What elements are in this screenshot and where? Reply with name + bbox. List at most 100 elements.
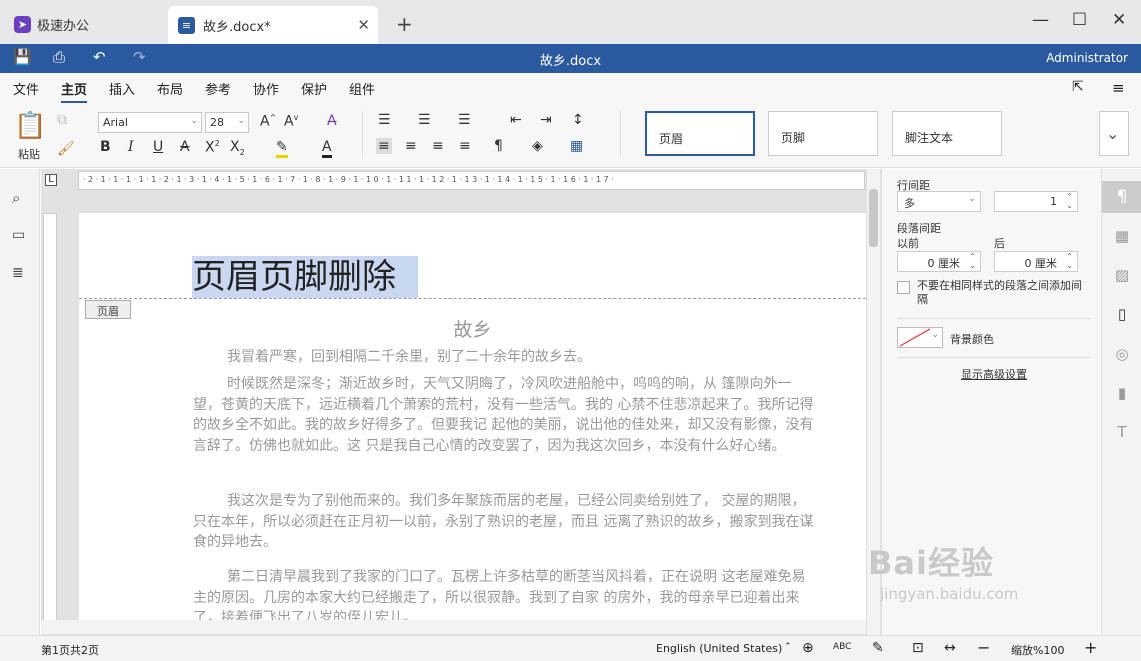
- spellcheck-icon[interactable]: ABC: [833, 642, 851, 652]
- fit-width-icon[interactable]: ↔: [944, 640, 956, 656]
- image-settings-icon[interactable]: ▨: [1102, 266, 1141, 284]
- no-color-icon: [899, 328, 931, 347]
- style-header[interactable]: 页眉: [645, 111, 755, 156]
- menu-components[interactable]: 组件: [349, 79, 375, 98]
- zoom-in-icon[interactable]: +: [1084, 638, 1097, 657]
- scroll-thumb[interactable]: [869, 189, 878, 247]
- line-spacing-input[interactable]: 1 ⌃ ⌄: [994, 191, 1078, 212]
- rocket-icon: ➤: [14, 16, 31, 33]
- decrease-font-icon[interactable]: Av: [284, 113, 298, 130]
- tab-stop-icon[interactable]: L: [45, 174, 57, 186]
- paste-label: 粘贴: [18, 148, 40, 161]
- align-left-icon[interactable]: ≡: [376, 138, 392, 154]
- stepper-icon[interactable]: ⌃ ⌄: [969, 252, 976, 270]
- menu-home[interactable]: 主页: [61, 79, 88, 103]
- header-divider: [79, 298, 866, 299]
- navigation-icon[interactable]: ≣: [12, 265, 24, 281]
- strikethrough-icon[interactable]: A: [180, 139, 190, 155]
- stepper-icon[interactable]: ⌃ ⌄: [1066, 252, 1073, 270]
- text-art-settings-icon[interactable]: T: [1102, 423, 1141, 441]
- track-changes-icon[interactable]: ✎: [872, 640, 884, 656]
- tab-document[interactable]: ≡ 故乡.docx* ✕: [168, 6, 378, 44]
- line-spacing-icon[interactable]: ↕: [572, 112, 584, 128]
- menu-insert[interactable]: 插入: [109, 79, 135, 98]
- menu-collaborate[interactable]: 协作: [253, 79, 279, 98]
- paragraph-mark-icon[interactable]: ¶: [494, 138, 503, 154]
- underline-icon[interactable]: U: [153, 139, 163, 155]
- format-painter-icon[interactable]: 🖌: [57, 141, 75, 157]
- bullet-list-icon[interactable]: ☰: [378, 112, 391, 128]
- maximize-icon[interactable]: ☐: [1072, 10, 1087, 30]
- multilevel-list-icon[interactable]: ☰: [458, 112, 471, 128]
- document-page[interactable]: 页眉页脚删除 页眉 故乡 我冒着严寒，回到相隔二千余里，别了二十余年的故乡去。 …: [79, 213, 866, 623]
- divider: [362, 111, 363, 157]
- close-tab-icon[interactable]: ✕: [357, 16, 370, 34]
- horizontal-scrollbar[interactable]: [41, 620, 866, 634]
- spacing-before-input[interactable]: 0 厘米 ⌃ ⌄: [897, 251, 981, 272]
- minimize-icon[interactable]: —: [1032, 10, 1049, 30]
- chevron-up-icon[interactable]: ⌃: [784, 642, 792, 652]
- document-icon: ≡: [178, 16, 195, 34]
- tab-home[interactable]: ➤ 极速办公: [0, 5, 162, 44]
- superscript-icon[interactable]: X2: [205, 139, 220, 156]
- divider: [897, 318, 1091, 319]
- horizontal-ruler[interactable]: ·2·1·1·1·1·1·2·1·3·1·4·1·5·1·6·1·7·1·8·1…: [78, 171, 865, 190]
- paragraph-spacing-label: 段落间距: [897, 222, 941, 235]
- chevron-down-icon: ⌄: [237, 116, 245, 126]
- menu-references[interactable]: 参考: [205, 79, 231, 98]
- header-footer-settings-icon[interactable]: ▯: [1102, 305, 1141, 323]
- menu-protect[interactable]: 保护: [301, 79, 327, 98]
- style-footnote[interactable]: 脚注文本: [892, 111, 1002, 156]
- close-window-icon[interactable]: ✕: [1112, 10, 1126, 30]
- spacing-after-input[interactable]: 0 厘米 ⌃ ⌄: [994, 251, 1078, 272]
- fit-page-icon[interactable]: ⊡: [912, 640, 924, 656]
- paragraph: 时候既然是深冬；渐近故乡时，天气又阴晦了，冷风吹进船舱中，呜呜的响，从 篷隙向外…: [193, 376, 814, 454]
- subscript-icon[interactable]: X2: [230, 139, 245, 157]
- justify-icon[interactable]: ≡: [459, 138, 471, 154]
- open-location-icon[interactable]: ⇱: [1072, 79, 1084, 95]
- header-text[interactable]: 页眉页脚删除: [192, 256, 418, 298]
- copy-icon[interactable]: ⧉: [57, 112, 67, 128]
- vertical-ruler[interactable]: [43, 213, 57, 626]
- chart-settings-icon[interactable]: ▮: [1102, 384, 1141, 402]
- watermark-url: jingyan.baidu.com: [880, 585, 1019, 603]
- font-size-select[interactable]: 28 ⌄: [205, 112, 249, 133]
- increase-font-icon[interactable]: A^: [260, 113, 276, 130]
- status-bar: 第1页共2页 English (United States) ⌃ ⊕ ABC ✎…: [0, 635, 1141, 661]
- style-footer[interactable]: 页脚: [768, 111, 878, 156]
- numbered-list-icon[interactable]: ☰: [418, 112, 431, 128]
- zoom-out-icon[interactable]: −: [977, 638, 990, 657]
- italic-icon[interactable]: I: [128, 139, 134, 155]
- ribbon-toolbar: 📋 粘贴 ⧉ 🖌 Arial ⌄ 28 ⌄ A^ Av A̶ B I U A X…: [0, 103, 1141, 168]
- globe-icon[interactable]: ⊕: [802, 640, 814, 656]
- paste-icon[interactable]: 📋: [14, 111, 46, 141]
- align-right-icon[interactable]: ≡: [432, 138, 444, 154]
- font-color-icon[interactable]: A: [322, 139, 332, 158]
- increase-indent-icon[interactable]: ⇥: [540, 112, 552, 128]
- menu-layout[interactable]: 布局: [157, 79, 183, 98]
- table-settings-icon[interactable]: ▦: [1102, 227, 1141, 245]
- title-bar: 💾 ⎙ ↶ ↷ 故乡.docx Administrator: [0, 44, 1141, 73]
- font-name-select[interactable]: Arial ⌄: [98, 112, 202, 133]
- clear-format-icon[interactable]: A̶: [327, 113, 337, 129]
- decrease-indent-icon[interactable]: ⇤: [510, 112, 522, 128]
- stepper-icon[interactable]: ⌃ ⌄: [1066, 192, 1073, 210]
- highlight-icon[interactable]: ✎: [276, 139, 288, 158]
- shape-settings-icon[interactable]: ◎: [1102, 345, 1141, 363]
- spacing-after-value: 0 厘米: [1024, 257, 1058, 270]
- language-selector[interactable]: English (United States): [656, 642, 782, 655]
- new-tab-icon[interactable]: +: [396, 12, 413, 36]
- comments-icon[interactable]: ▭: [12, 227, 25, 243]
- advanced-settings-link[interactable]: 显示高级设置: [961, 366, 1027, 382]
- search-icon[interactable]: ⌕: [12, 189, 20, 207]
- no-space-checkbox[interactable]: [897, 281, 910, 294]
- align-center-icon[interactable]: ≡: [405, 138, 417, 154]
- styles-expand-icon[interactable]: ⌄: [1099, 111, 1129, 156]
- background-color-picker[interactable]: ⌄: [897, 327, 943, 348]
- borders-icon[interactable]: ▦: [570, 138, 583, 154]
- menu-file[interactable]: 文件: [13, 79, 39, 98]
- line-spacing-mode-select[interactable]: 多 ⌄: [897, 191, 981, 212]
- bold-icon[interactable]: B: [100, 139, 111, 155]
- hamburger-menu-icon[interactable]: ≡: [1112, 79, 1125, 97]
- shading-icon[interactable]: ◈: [532, 138, 543, 154]
